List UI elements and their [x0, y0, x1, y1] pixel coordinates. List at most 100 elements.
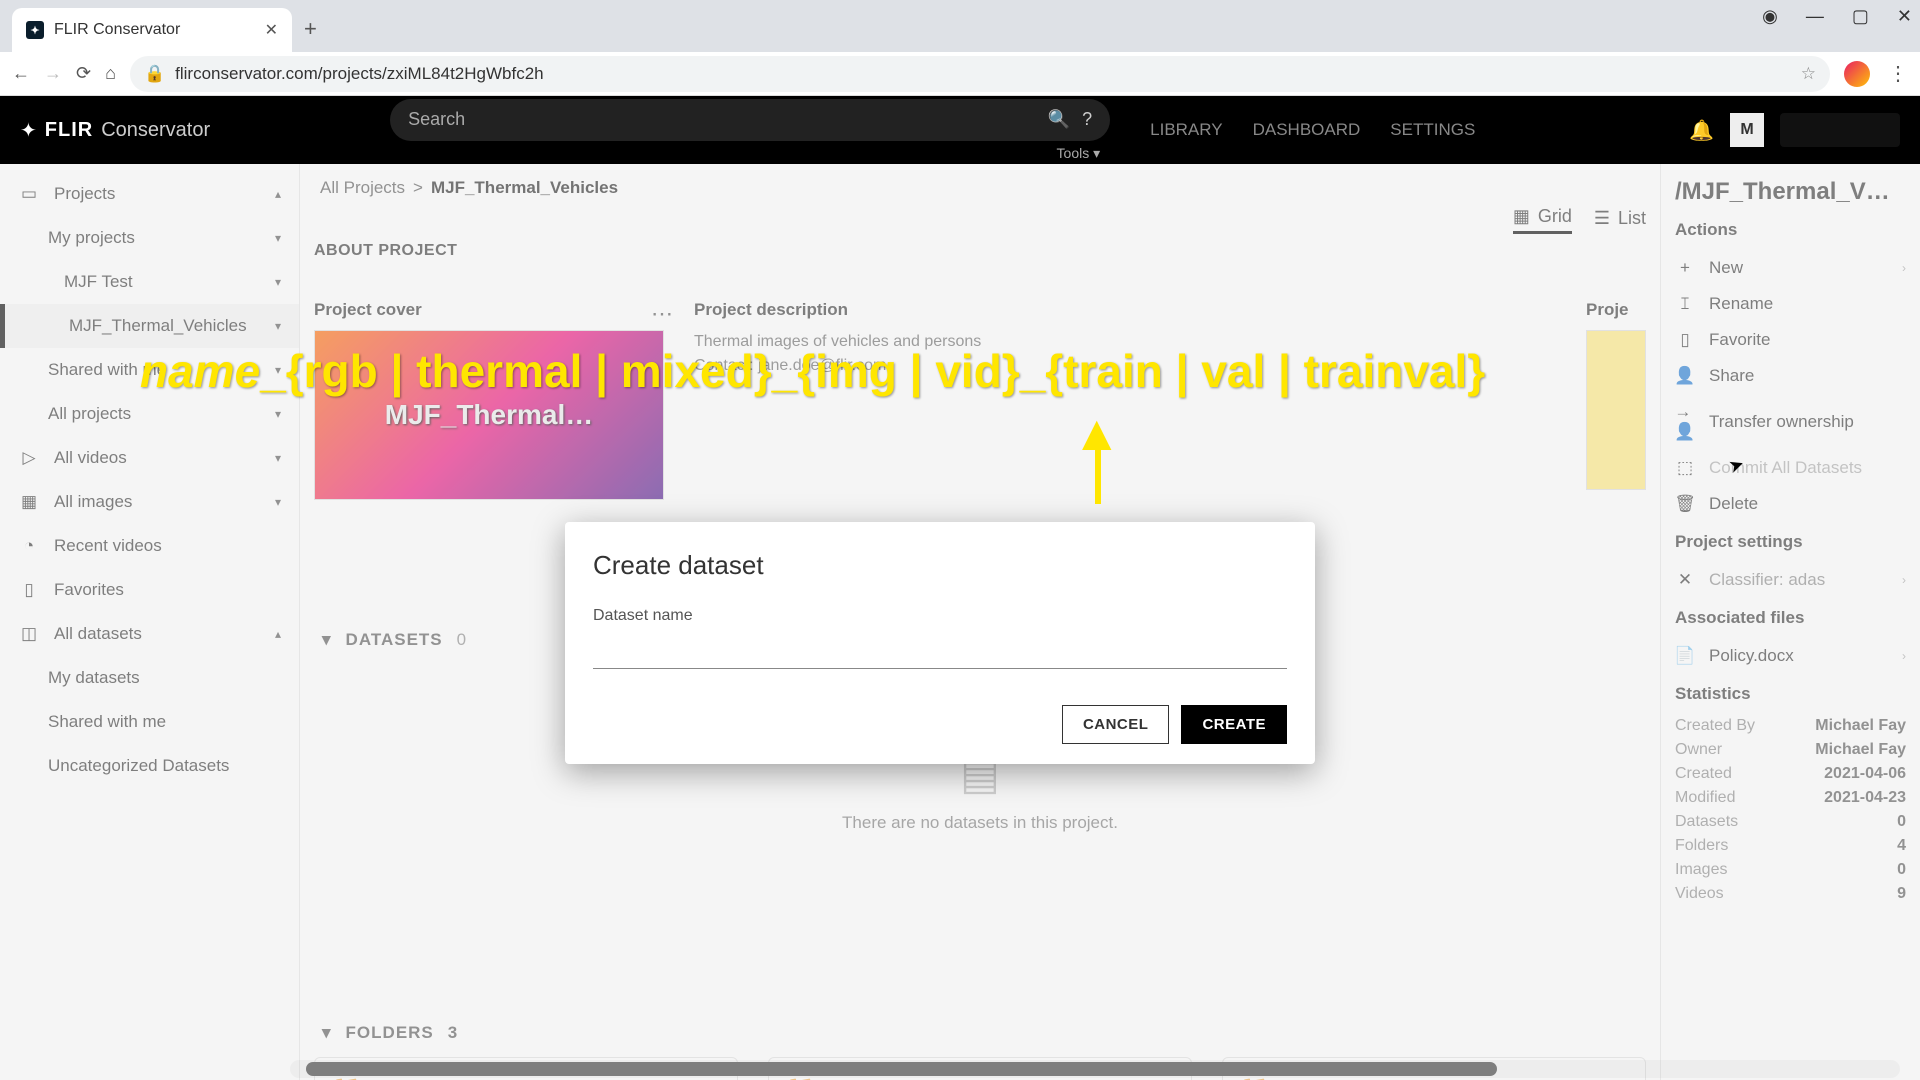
nav-settings[interactable]: SETTINGS: [1390, 120, 1475, 140]
scrollbar-thumb[interactable]: [306, 1062, 1497, 1076]
sidebar-favorites[interactable]: ▯ Favorites: [0, 568, 299, 612]
create-dataset-modal: Create dataset Dataset name CANCEL CREAT…: [565, 522, 1315, 764]
action-favorite[interactable]: ▯Favorite: [1675, 322, 1906, 358]
sidebar-my-datasets[interactable]: My datasets: [0, 656, 299, 700]
transfer-icon: →👤: [1675, 402, 1695, 442]
chevron-up-icon[interactable]: ▴: [275, 187, 281, 201]
action-label: Rename: [1709, 294, 1773, 314]
view-grid[interactable]: ▦Grid: [1513, 206, 1572, 234]
forward-icon[interactable]: →: [44, 63, 62, 84]
sidebar-shared-datasets[interactable]: Shared with me: [0, 700, 299, 744]
sidebar-item-label: All videos: [54, 448, 127, 468]
star-icon[interactable]: ☆: [1801, 64, 1816, 84]
sidebar-my-projects[interactable]: My projects ▾: [0, 216, 299, 260]
chevron-up-icon[interactable]: ▴: [275, 627, 281, 641]
action-share[interactable]: 👤Share: [1675, 358, 1906, 394]
sidebar-uncategorized-datasets[interactable]: Uncategorized Datasets: [0, 744, 299, 788]
action-new[interactable]: +New›: [1675, 250, 1906, 286]
back-icon[interactable]: ←: [12, 63, 30, 84]
assoc-file[interactable]: 📄Policy.docx›: [1675, 638, 1906, 674]
view-toggle: ▦Grid ☰List: [1513, 206, 1646, 234]
image-icon: ▦: [18, 492, 40, 512]
url-bar[interactable]: 🔒 flirconservator.com/projects/zxiML84t2…: [130, 56, 1830, 92]
grid-icon: ▦: [1513, 206, 1530, 227]
sidebar-mjf-thermal[interactable]: MJF_Thermal_Vehicles ▾: [0, 304, 299, 348]
sidebar-all-projects[interactable]: All projects ▾: [0, 392, 299, 436]
logo-text-sub: Conservator: [101, 119, 210, 142]
sidebar-projects[interactable]: ▭ Projects ▴: [0, 172, 299, 216]
sidebar-all-images[interactable]: ▦ All images ▾: [0, 480, 299, 524]
sidebar-mjf-test[interactable]: MJF Test ▾: [0, 260, 299, 304]
chevron-down-icon[interactable]: ▾: [275, 407, 281, 421]
search-input[interactable]: Search 🔍 ?: [390, 99, 1110, 141]
help-icon[interactable]: ?: [1082, 109, 1092, 130]
view-list[interactable]: ☰List: [1594, 208, 1646, 233]
sidebar-item-label: My datasets: [48, 668, 140, 688]
horizontal-scrollbar[interactable]: [290, 1060, 1900, 1078]
chevron-down-icon[interactable]: ▾: [275, 495, 281, 509]
menu-icon[interactable]: ⋮: [1888, 61, 1908, 86]
chevron-down-icon[interactable]: ▾: [275, 319, 281, 333]
bookmark-icon: ▯: [18, 580, 40, 600]
chevron-down-icon[interactable]: ▾: [275, 451, 281, 465]
text-cursor-icon: 𝙸: [1675, 294, 1695, 314]
maximize-icon[interactable]: ▢: [1852, 6, 1869, 27]
incognito-icon: ◉: [1762, 6, 1778, 27]
close-tab-icon[interactable]: ✕: [265, 20, 278, 40]
nav-dashboard[interactable]: DASHBOARD: [1253, 120, 1361, 140]
browser-tab-bar: ✦ FLIR Conservator ✕ + ◉ — ▢ ✕: [0, 0, 1920, 52]
project-tile-partial[interactable]: [1586, 330, 1646, 490]
setting-classifier[interactable]: ✕Classifier: adas›: [1675, 562, 1906, 598]
cover-label: Project cover: [314, 300, 664, 320]
chevron-right-icon: ›: [1902, 573, 1906, 587]
search-icon[interactable]: 🔍: [1048, 109, 1070, 130]
panel-title: /MJF_Thermal_V…: [1675, 178, 1906, 206]
breadcrumb-current: MJF_Thermal_Vehicles: [431, 178, 618, 198]
user-avatar[interactable]: M: [1730, 113, 1764, 147]
datasets-count: 0: [457, 630, 467, 650]
new-tab-button[interactable]: +: [304, 16, 317, 42]
app-logo[interactable]: ✦ FLIR Conservator: [20, 118, 210, 143]
chevron-down-icon[interactable]: ▾: [275, 275, 281, 289]
chevron-down-icon[interactable]: ▾: [275, 231, 281, 245]
bell-icon[interactable]: 🔔: [1689, 118, 1714, 143]
sidebar-shared-projects[interactable]: Shared with me ▾: [0, 348, 299, 392]
commit-icon: ⬚: [1675, 458, 1695, 478]
sidebar-item-label: Shared with me: [48, 360, 166, 380]
chevron-right-icon: ›: [1902, 649, 1906, 663]
action-rename[interactable]: 𝙸 Rename: [1675, 286, 1906, 322]
person-icon: 👤: [1675, 366, 1695, 386]
stat-row: Created ByMichael Fay: [1675, 714, 1906, 738]
play-icon: ▷: [18, 448, 40, 468]
favicon-icon: ✦: [26, 21, 44, 39]
stat-row: Folders4: [1675, 834, 1906, 858]
stat-row: Created2021-04-06: [1675, 762, 1906, 786]
project-cover[interactable]: MJF_Thermal… ⋯: [314, 330, 664, 500]
top-nav: LIBRARY DASHBOARD SETTINGS: [1150, 120, 1475, 140]
profile-avatar-icon[interactable]: [1844, 61, 1870, 87]
create-button[interactable]: CREATE: [1181, 705, 1287, 744]
minimize-icon[interactable]: —: [1806, 6, 1824, 27]
action-transfer[interactable]: →👤Transfer ownership: [1675, 394, 1906, 450]
breadcrumb-root[interactable]: All Projects: [320, 178, 405, 198]
tab-title: FLIR Conservator: [54, 21, 180, 39]
chevron-down-icon[interactable]: ▾: [275, 363, 281, 377]
cancel-button[interactable]: CANCEL: [1062, 705, 1170, 744]
sort-icon[interactable]: ▾: [322, 630, 332, 650]
close-window-icon[interactable]: ✕: [1897, 6, 1912, 27]
nav-library[interactable]: LIBRARY: [1150, 120, 1222, 140]
sidebar-item-label: MJF Test: [64, 272, 133, 292]
cover-stamp: MJF_Thermal…: [385, 399, 594, 431]
sort-icon[interactable]: ▾: [322, 1023, 332, 1043]
action-delete[interactable]: 🗑Delete: [1675, 486, 1906, 522]
about-section-title: ABOUT PROJECT: [314, 242, 1646, 260]
more-icon[interactable]: ⋯: [651, 301, 673, 327]
tools-link[interactable]: Tools ▾: [390, 145, 1100, 162]
home-icon[interactable]: ⌂: [105, 63, 116, 84]
reload-icon[interactable]: ⟳: [76, 63, 91, 84]
sidebar-all-videos[interactable]: ▷ All videos ▾: [0, 436, 299, 480]
browser-tab[interactable]: ✦ FLIR Conservator ✕: [12, 8, 292, 52]
sidebar-all-datasets[interactable]: ◫ All datasets ▴: [0, 612, 299, 656]
dataset-name-input[interactable]: [593, 633, 1287, 669]
sidebar-recent-videos[interactable]: ◔ Recent videos: [0, 524, 299, 568]
